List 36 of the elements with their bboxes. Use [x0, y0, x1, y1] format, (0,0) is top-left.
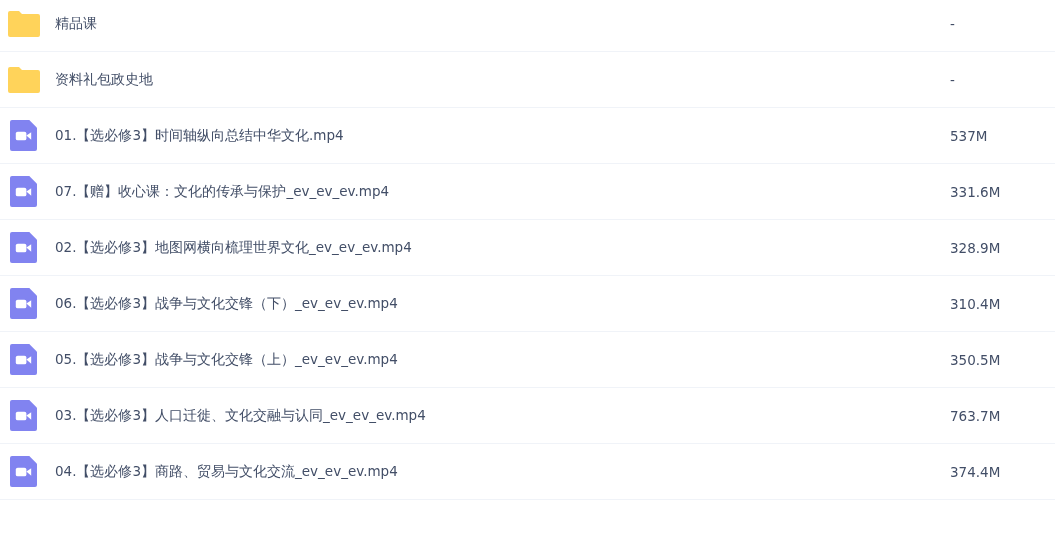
file-row[interactable]: 06.【选必修3】战争与文化交锋（下）_ev_ev_ev.mp4 310.4M — [0, 276, 1055, 332]
file-row[interactable]: 01.【选必修3】时间轴纵向总结中华文化.mp4 537M — [0, 108, 1055, 164]
file-size: 763.7M — [950, 407, 1001, 424]
file-row[interactable]: 05.【选必修3】战争与文化交锋（上）_ev_ev_ev.mp4 350.5M — [0, 332, 1055, 388]
file-row[interactable]: 07.【赠】收心课：文化的传承与保护_ev_ev_ev.mp4 331.6M — [0, 164, 1055, 220]
file-row[interactable]: 04.【选必修3】商路、贸易与文化交流_ev_ev_ev.mp4 374.4M — [0, 444, 1055, 500]
file-size: - — [950, 15, 955, 32]
file-size: 310.4M — [950, 295, 1001, 312]
file-name: 07.【赠】收心课：文化的传承与保护_ev_ev_ev.mp4 — [55, 182, 391, 201]
video-file-icon — [10, 176, 37, 207]
file-name: 资料礼包政史地 — [55, 70, 154, 89]
folder-icon — [8, 66, 40, 93]
file-name: 精品课 — [55, 14, 98, 33]
file-name: 03.【选必修3】人口迁徙、文化交融与认同_ev_ev_ev.mp4 — [55, 406, 427, 425]
file-size: - — [950, 71, 955, 88]
file-size: 350.5M — [950, 351, 1001, 368]
file-name: 05.【选必修3】战争与文化交锋（上）_ev_ev_ev.mp4 — [55, 350, 399, 369]
file-name: 06.【选必修3】战争与文化交锋（下）_ev_ev_ev.mp4 — [55, 294, 399, 313]
file-name: 01.【选必修3】时间轴纵向总结中华文化.mp4 — [55, 126, 345, 145]
file-size: 331.6M — [950, 183, 1001, 200]
video-file-icon — [10, 400, 37, 431]
file-name: 04.【选必修3】商路、贸易与文化交流_ev_ev_ev.mp4 — [55, 462, 399, 481]
file-row[interactable]: 03.【选必修3】人口迁徙、文化交融与认同_ev_ev_ev.mp4 763.7M — [0, 388, 1055, 444]
folder-icon — [8, 10, 40, 37]
video-file-icon — [10, 232, 37, 263]
file-row[interactable]: 02.【选必修3】地图网横向梳理世界文化_ev_ev_ev.mp4 328.9M — [0, 220, 1055, 276]
file-size: 537M — [950, 127, 988, 144]
video-file-icon — [10, 288, 37, 319]
file-size: 328.9M — [950, 239, 1001, 256]
file-name: 02.【选必修3】地图网横向梳理世界文化_ev_ev_ev.mp4 — [55, 238, 413, 257]
video-file-icon — [10, 120, 37, 151]
file-size: 374.4M — [950, 463, 1001, 480]
video-file-icon — [10, 456, 37, 487]
video-file-icon — [10, 344, 37, 375]
file-row[interactable]: 资料礼包政史地 - — [0, 52, 1055, 108]
file-row[interactable]: 精品课 - — [0, 0, 1055, 52]
